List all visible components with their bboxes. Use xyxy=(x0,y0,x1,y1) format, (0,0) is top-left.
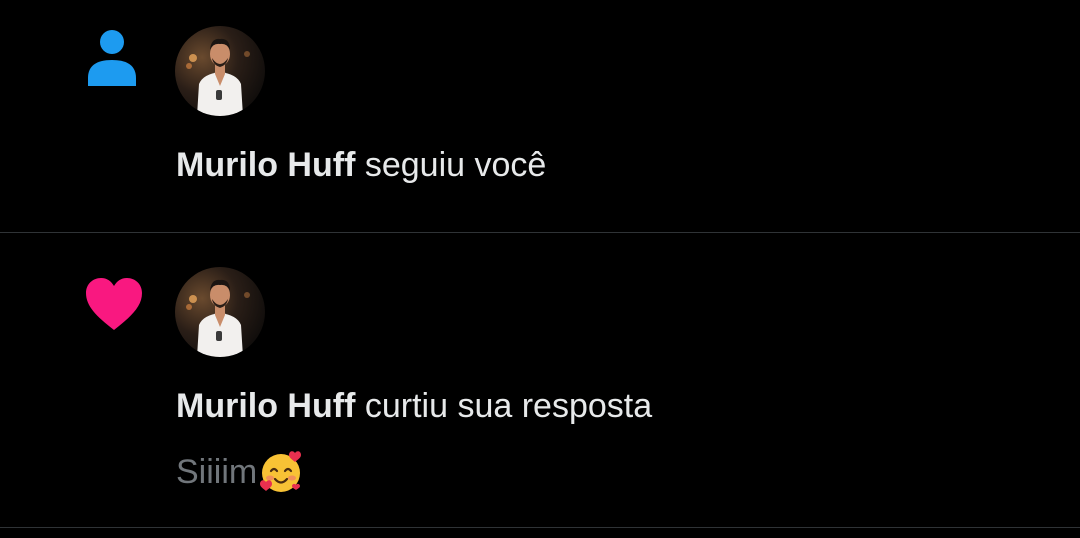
heart-icon xyxy=(86,278,142,330)
user-name[interactable]: Murilo Huff xyxy=(176,146,355,184)
divider xyxy=(0,527,1080,528)
action-text: curtiu sua resposta xyxy=(364,387,653,425)
person-icon xyxy=(88,30,136,86)
notification-text: Murilo Huff curtiu sua resposta xyxy=(176,386,652,426)
notification-like[interactable] xyxy=(0,234,1080,528)
avatar[interactable] xyxy=(175,26,265,116)
action-text: seguiu você xyxy=(364,146,547,184)
notification-follow[interactable]: Murilo Huff seguiu você xyxy=(0,0,1080,233)
reply-preview[interactable]: Siiiim xyxy=(176,449,304,495)
avatar[interactable] xyxy=(175,267,265,357)
user-name[interactable]: Murilo Huff xyxy=(176,387,355,425)
notification-text: Murilo Huff seguiu você xyxy=(176,145,546,185)
reply-text: Siiiim xyxy=(176,453,258,491)
smiling-face-with-hearts-icon xyxy=(260,451,302,492)
